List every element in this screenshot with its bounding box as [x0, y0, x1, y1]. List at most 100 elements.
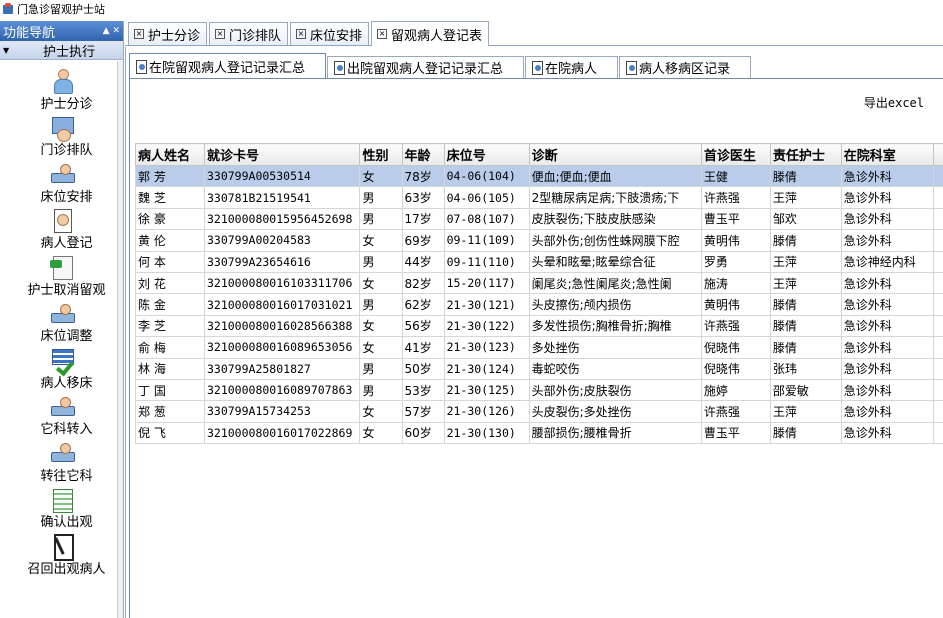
table-cell: 21-30(121): [443, 293, 530, 316]
sidebar-item[interactable]: 它科转入: [0, 394, 123, 441]
column-header[interactable]: 责任护士: [769, 143, 842, 166]
export-excel-button[interactable]: 导出excel: [864, 94, 924, 111]
sidebar-item[interactable]: 召回出观病人: [0, 533, 123, 580]
table-row[interactable]: 李 芝 321000080016028566388 女 56岁 21-30(122) 多发…: [135, 314, 943, 338]
table-cell: 急诊外科: [840, 357, 935, 380]
top-tab[interactable]: × 门诊排队: [209, 22, 289, 45]
table-cell: 滕倩: [769, 421, 842, 445]
sidebar-item-label: 护士取消留观: [27, 282, 106, 298]
sidebar-scrollbar[interactable]: [117, 61, 123, 618]
table-cell: 女: [359, 421, 403, 445]
table-row[interactable]: 黄 伦 330799A00204583 女 69岁 09-11(109) 头部外伤;创伤性…: [135, 229, 943, 252]
table-cell: 许燕强: [700, 314, 771, 338]
top-tab[interactable]: × 留观病人登记表: [371, 21, 490, 46]
table-cell: 急诊外科: [840, 271, 935, 295]
column-header[interactable]: 首诊医生: [700, 143, 771, 166]
tab-close-icon[interactable]: ×: [377, 29, 388, 39]
table-cell: 41岁: [401, 336, 445, 359]
table-cell: 63岁: [401, 186, 445, 209]
table-row[interactable]: 刘 花 321000080016103311706 女 82岁 15-20(117) 阑尾…: [135, 271, 943, 295]
column-header[interactable]: 床位号: [443, 143, 530, 166]
top-tab[interactable]: × 护士分诊: [128, 22, 208, 45]
table-row[interactable]: 倪 飞 321000080016017022869 女 60岁 21-30(130) 腰部…: [135, 421, 943, 445]
sidebar-item[interactable]: 门诊排队: [0, 115, 123, 162]
sidebar-header: 功能导航 ▲ ✕: [0, 21, 123, 41]
table-row[interactable]: 魏 芝 330781B21519541 男 63岁 04-06(105) 2型糖尿病足病;…: [135, 186, 943, 209]
column-header[interactable]: 病人姓名: [135, 143, 205, 166]
table-cell: 头晕和眩晕;眩晕综合征: [528, 250, 702, 273]
table-row[interactable]: 何 本 330799A23654616 男 44岁 09-11(110) 头晕和眩晕;眩晕…: [135, 250, 943, 273]
patient-register-icon: [48, 208, 76, 232]
table-cell: 多发性损伤;胸椎骨折;胸椎: [528, 314, 702, 338]
table-cell: 21-30(124): [443, 357, 530, 380]
table-cell: 09-11(110): [443, 250, 530, 273]
sub-tab-label: 出院留观病人登记记录汇总: [347, 62, 504, 77]
sidebar-section-nurse-exec[interactable]: ▼ 护士执行: [0, 41, 123, 60]
records-panel: 导出excel 病人姓名 就诊卡号 性别 年龄 床位号 诊断 首诊医生 责任护士 在院科室 郭 …: [129, 78, 943, 618]
table-row[interactable]: 徐 豪 321000080015956452698 男 17岁 07-08(107) 皮肤…: [135, 207, 943, 231]
tab-content: 在院留观病人登记记录汇总 出院留观病人登记记录汇总 在院病人 病人移病区记录 导出ex…: [125, 47, 943, 618]
column-header[interactable]: 年龄: [401, 143, 445, 166]
table-cell: 头皮擦伤;颅内损伤: [528, 293, 702, 316]
sidebar-item[interactable]: 护士分诊: [0, 68, 123, 115]
column-header[interactable]: 性别: [359, 143, 403, 166]
sidebar-item[interactable]: 转往它科: [0, 440, 123, 487]
table-cell: 邵爱敏: [769, 378, 842, 402]
sidebar-item[interactable]: 床位调整: [0, 301, 123, 348]
sub-tab[interactable]: 在院留观病人登记记录汇总: [129, 53, 327, 78]
table-row[interactable]: 陈 金 321000080016017031021 男 62岁 21-30(121) 头皮…: [135, 293, 943, 316]
top-tab[interactable]: × 床位安排: [290, 22, 370, 45]
sidebar-item[interactable]: 确认出观: [0, 487, 123, 534]
patient-records-table: 病人姓名 就诊卡号 性别 年龄 床位号 诊断 首诊医生 责任护士 在院科室 郭 芳 330799A…: [135, 143, 943, 445]
table-cell: 邹欢: [769, 207, 842, 231]
table-cell: 王萍: [769, 400, 842, 423]
table-cell: 急诊外科: [840, 378, 935, 402]
table-cell: 急诊外科: [840, 229, 935, 252]
table-cell: 69岁: [401, 229, 445, 252]
sub-tab[interactable]: 在院病人: [525, 56, 619, 78]
sidebar-collapse-close-icon[interactable]: ▲ ✕: [103, 26, 120, 36]
sidebar-item-label: 转往它科: [40, 468, 93, 484]
table-cell: 头皮裂伤;多处挫伤: [528, 400, 702, 423]
confirm-discharge-icon: [48, 487, 76, 512]
sub-tab-bar: 在院留观病人登记记录汇总 出院留观病人登记记录汇总 在院病人 病人移病区记录: [129, 53, 752, 78]
table-cell: 男: [359, 250, 403, 273]
sidebar-item[interactable]: 病人移床: [0, 347, 123, 394]
column-header-overflow: [933, 143, 943, 166]
column-header[interactable]: 在院科室: [840, 143, 935, 166]
column-header[interactable]: 就诊卡号: [203, 143, 361, 166]
tab-close-icon[interactable]: ×: [296, 29, 307, 39]
table-row[interactable]: 丁 国 321000080016089707863 男 53岁 21-30(125) 头部…: [135, 378, 943, 402]
sub-tab[interactable]: 出院留观病人登记记录汇总: [327, 56, 525, 78]
expand-triangle-icon[interactable]: ▼: [3, 46, 25, 55]
tab-close-icon[interactable]: ×: [215, 29, 226, 39]
table-row[interactable]: 俞 梅 321000080016089653056 女 41岁 21-30(123) 多处…: [135, 336, 943, 359]
table-row[interactable]: 郭 芳 330799A00530514 女 78岁 04-06(104) 便血;便血;便血…: [135, 164, 943, 188]
table-cell: 何 本: [135, 250, 205, 273]
table-cell: 男: [359, 357, 403, 380]
record-doc-icon: [531, 61, 544, 75]
table-row[interactable]: 林 海 330799A25801827 男 50岁 21-30(124) 毒蛇咬伤 倪晓伟张…: [135, 357, 943, 380]
table-cell: 21-30(122): [443, 314, 530, 338]
queue-icon: [48, 115, 76, 141]
table-cell: 郑 葱: [135, 400, 205, 423]
record-doc-icon: [135, 59, 147, 74]
tab-close-icon[interactable]: ×: [134, 29, 144, 39]
sidebar-item-label: 它科转入: [40, 422, 93, 437]
table-cell-overflow: [933, 164, 943, 188]
table-cell: 腰部损伤;腰椎骨折: [528, 421, 702, 445]
table-cell: 急诊外科: [840, 421, 935, 445]
sidebar-item[interactable]: 护士取消留观: [0, 254, 123, 301]
sub-tab[interactable]: 病人移病区记录: [619, 56, 752, 78]
table-cell: 09-11(109): [443, 229, 530, 252]
sidebar-item[interactable]: 床位安排: [0, 161, 123, 208]
sidebar-item[interactable]: 病人登记: [0, 208, 123, 255]
table-cell: 330799A23654616: [203, 250, 361, 273]
table-cell: 07-08(107): [443, 207, 530, 231]
table-cell-overflow: [933, 271, 943, 295]
table-cell: 急诊外科: [840, 207, 935, 231]
table-row[interactable]: 郑 葱 330799A15734253 女 57岁 21-30(126) 头皮裂伤;多处挫…: [135, 400, 943, 423]
sub-tab-label: 在院病人: [545, 62, 598, 77]
column-header[interactable]: 诊断: [528, 143, 702, 166]
table-cell: 许燕强: [700, 400, 771, 423]
